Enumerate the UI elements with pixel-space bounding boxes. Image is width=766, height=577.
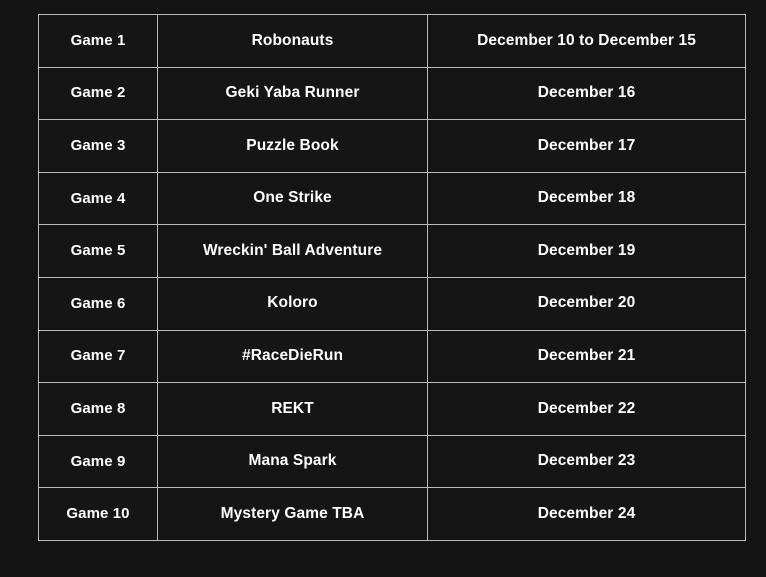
table-row: Game 5 Wreckin' Ball Adventure December …: [38, 224, 746, 278]
game-slot-label: Game 2: [38, 66, 158, 121]
table-row: Game 8 REKT December 22: [38, 382, 746, 436]
game-date-label: December 16: [427, 66, 746, 121]
game-title-label: Robonauts: [157, 14, 428, 68]
game-slot-label: Game 4: [38, 171, 158, 226]
game-title-label: Mana Spark: [157, 434, 428, 489]
table-row: Game 2 Geki Yaba Runner December 16: [38, 66, 746, 121]
game-date-label: December 22: [427, 382, 746, 436]
game-date-label: December 21: [427, 329, 746, 384]
game-slot-label: Game 9: [38, 434, 158, 489]
game-title-label: One Strike: [157, 171, 428, 226]
game-title-label: #RaceDieRun: [157, 329, 428, 384]
game-date-label: December 20: [427, 276, 746, 331]
game-title-label: REKT: [157, 382, 428, 436]
table-row: Game 4 One Strike December 18: [38, 171, 746, 226]
table-row: Game 9 Mana Spark December 23: [38, 434, 746, 489]
table-row: Game 10 Mystery Game TBA December 24: [38, 487, 746, 541]
table-row: Game 7 #RaceDieRun December 21: [38, 329, 746, 384]
game-date-label: December 18: [427, 171, 746, 226]
game-slot-label: Game 1: [38, 14, 158, 68]
table-body: Game 1 Robonauts December 10 to December…: [38, 14, 746, 541]
game-date-label: December 24: [427, 487, 746, 541]
game-title-label: Puzzle Book: [157, 119, 428, 173]
table-row: Game 1 Robonauts December 10 to December…: [38, 14, 746, 68]
game-slot-label: Game 6: [38, 276, 158, 331]
game-date-label: December 10 to December 15: [427, 14, 746, 68]
table-row: Game 6 Koloro December 20: [38, 276, 746, 331]
game-slot-label: Game 7: [38, 329, 158, 384]
game-slot-label: Game 8: [38, 382, 158, 436]
game-date-label: December 23: [427, 434, 746, 489]
table-row: Game 3 Puzzle Book December 17: [38, 119, 746, 173]
game-slot-label: Game 10: [38, 487, 158, 541]
game-title-label: Mystery Game TBA: [157, 487, 428, 541]
game-title-label: Wreckin' Ball Adventure: [157, 224, 428, 278]
game-title-label: Koloro: [157, 276, 428, 331]
game-schedule-table: Game 1 Robonauts December 10 to December…: [38, 14, 746, 541]
game-title-label: Geki Yaba Runner: [157, 66, 428, 121]
game-slot-label: Game 3: [38, 119, 158, 173]
schedule-table-container: Game 1 Robonauts December 10 to December…: [38, 14, 746, 541]
game-date-label: December 19: [427, 224, 746, 278]
game-slot-label: Game 5: [38, 224, 158, 278]
game-date-label: December 17: [427, 119, 746, 173]
